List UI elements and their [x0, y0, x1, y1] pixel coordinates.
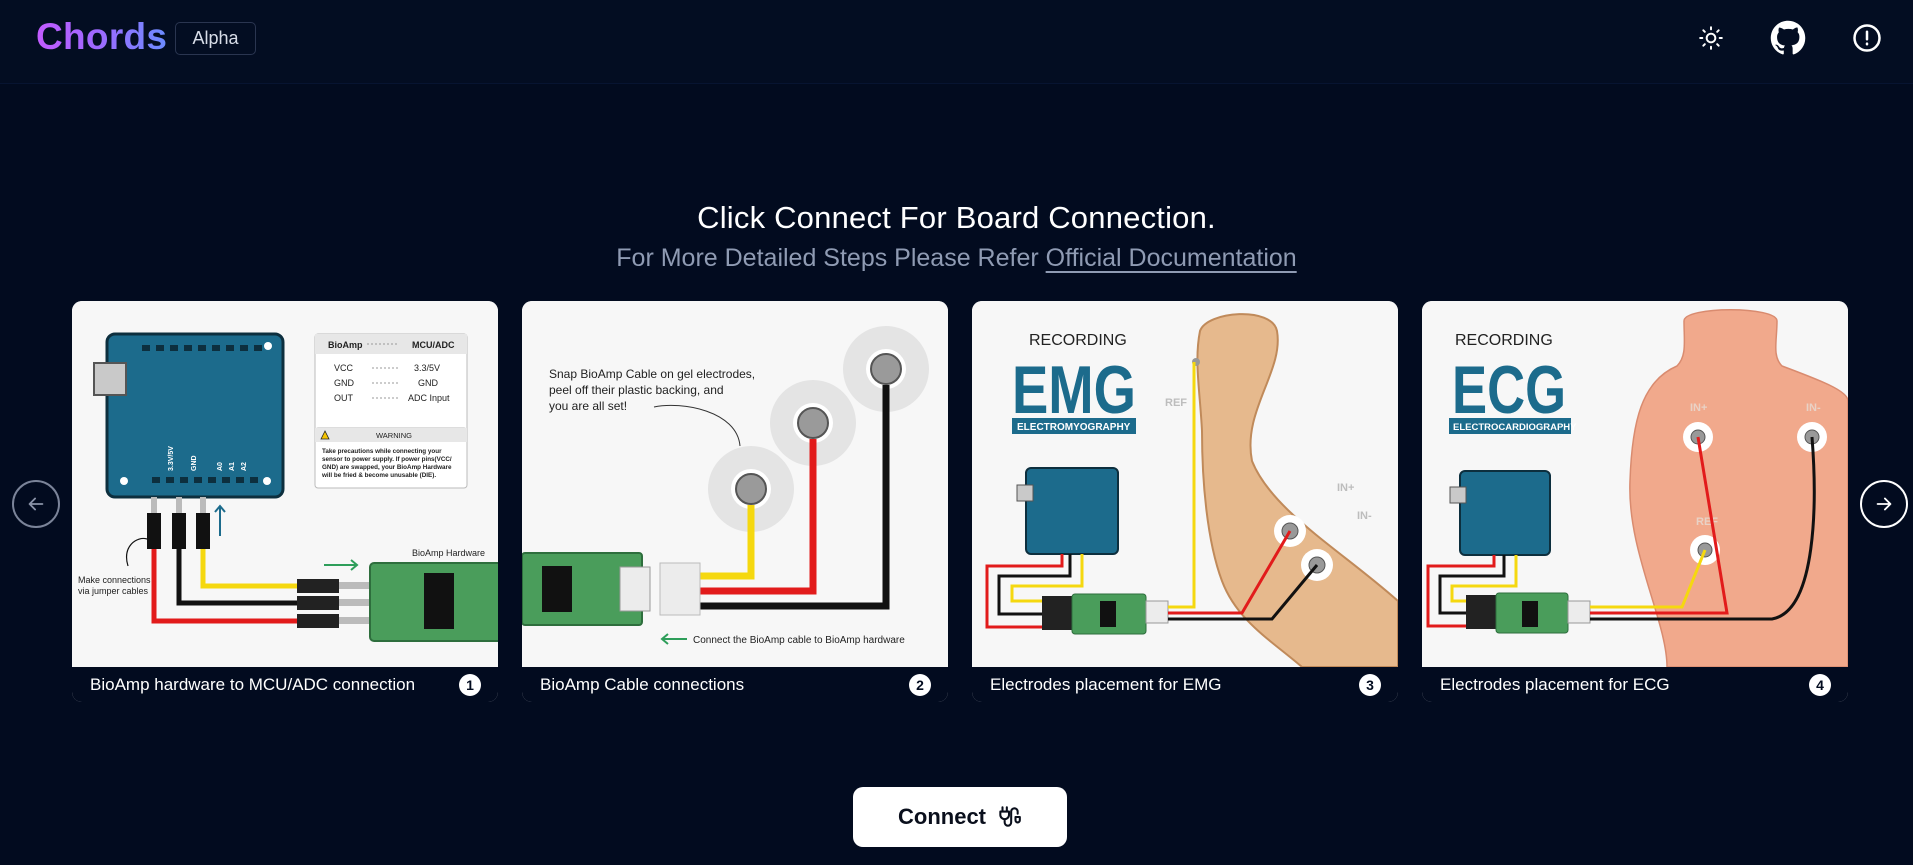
warning-line-2: sensor to power supply. If power pins(VC… [322, 456, 452, 463]
slide-number-badge: 4 [1809, 673, 1831, 696]
slide-caption-text: Electrodes placement for EMG [990, 674, 1222, 694]
subtitle-text: For More Detailed Steps Please Refer [616, 244, 1046, 272]
slide-caption: BioAmp hardware to MCU/ADC connection 1 [72, 667, 498, 702]
table-row3-right: ADC Input [408, 393, 450, 403]
carousel-prev-button[interactable] [12, 480, 60, 528]
emg-title: EMG [1012, 352, 1136, 428]
table-row3-left: OUT [334, 393, 354, 403]
app-logo[interactable]: Chords [36, 16, 167, 58]
version-badge: Alpha [175, 22, 256, 55]
note-line-1: Snap BioAmp Cable on gel electrodes, [549, 367, 755, 381]
pin-label-vcc: 3.3V/5V [168, 446, 175, 471]
emg-subtitle: ELECTROMYOGRAPHY [1017, 422, 1131, 433]
carousel-slide-1[interactable]: 3.3V/5V GND A0 A1 A2 Make connections vi… [72, 301, 498, 702]
warning-line-1: Take precautions while connecting your [322, 448, 442, 455]
slide-number-badge: 1 [459, 673, 481, 696]
slide-caption: Electrodes placement for EMG 3 [972, 667, 1398, 702]
ecg-title: ECG [1452, 352, 1566, 428]
top-navbar: Chords Alpha [0, 0, 1913, 84]
recording-label: RECORDING [1029, 332, 1127, 349]
slide-caption-text: Electrodes placement for ECG [1440, 674, 1670, 694]
hardware-label: BioAmp Hardware [412, 548, 485, 558]
table-row1-right: 3.3/5V [414, 363, 440, 373]
pin-label-a0: A0 [217, 462, 224, 471]
connect-button[interactable]: Connect [853, 787, 1067, 847]
recording-label: RECORDING [1455, 332, 1553, 349]
ref-label: REF [1696, 516, 1718, 528]
note-line-2: peel off their plastic backing, and [549, 383, 724, 397]
documentation-link[interactable]: Official Documentation [1046, 244, 1297, 272]
page-title: Click Connect For Board Connection. [697, 200, 1216, 235]
carousel-slide-2[interactable]: Snap BioAmp Cable on gel electrodes, pee… [522, 301, 948, 702]
in-plus-label: IN+ [1690, 402, 1707, 414]
carousel-next-button[interactable] [1860, 480, 1908, 528]
pin-label-a1: A1 [229, 462, 236, 471]
github-link-button[interactable] [1770, 20, 1806, 56]
emg-placement-illustration: RECORDING EMG ELECTROMYOGRAPHY REF IN+ I… [972, 301, 1398, 667]
slide-caption: Electrodes placement for ECG 4 [1422, 667, 1848, 702]
note-line-2: via jumper cables [78, 586, 149, 596]
bottom-note: Connect the BioAmp cable to BioAmp hardw… [693, 635, 905, 646]
info-button[interactable] [1849, 20, 1885, 56]
table-row1-left: VCC [334, 363, 354, 373]
slide-caption-text: BioAmp Cable connections [540, 674, 745, 694]
sun-icon [1699, 26, 1723, 50]
note-line-1: Make connections [78, 575, 151, 585]
in-plus-label: IN+ [1337, 482, 1354, 494]
ecg-subtitle: ELECTROCARDIOGRAPHY [1453, 422, 1577, 433]
theme-toggle-button[interactable] [1693, 20, 1729, 56]
pin-label-a2: A2 [241, 462, 248, 471]
pin-label-gnd: GND [191, 455, 198, 471]
in-minus-label: IN- [1806, 402, 1821, 414]
carousel-slide-4[interactable]: RECORDING ECG ELECTROCARDIOGRAPHY IN+ IN… [1422, 301, 1848, 702]
page-subtitle: For More Detailed Steps Please Refer Off… [0, 244, 1913, 273]
ref-label: REF [1165, 397, 1187, 409]
table-row2-right: GND [418, 378, 439, 388]
slide-number-badge: 3 [1359, 673, 1381, 696]
connect-label: Connect [898, 804, 986, 829]
arrow-left-icon [28, 497, 44, 511]
table-row2-left: GND [334, 378, 355, 388]
warning-line-4: will be fried & become unusable (DIE). [321, 472, 436, 479]
note-line-3: you are all set! [549, 399, 627, 413]
table-header-right: MCU/ADC [412, 340, 455, 350]
plug-icon [999, 806, 1021, 827]
slide-number-badge: 2 [909, 673, 931, 696]
bioamp-mcu-connection-illustration: 3.3V/5V GND A0 A1 A2 Make connections vi… [72, 301, 498, 667]
github-icon [1770, 20, 1806, 55]
slide-caption-text: BioAmp hardware to MCU/ADC connection [90, 674, 416, 694]
info-icon [1853, 24, 1881, 52]
carousel-slide-3[interactable]: RECORDING EMG ELECTROMYOGRAPHY REF IN+ I… [972, 301, 1398, 702]
table-header-left: BioAmp [328, 340, 363, 350]
bioamp-cable-illustration: Snap BioAmp Cable on gel electrodes, pee… [522, 301, 948, 667]
ecg-placement-illustration: RECORDING ECG ELECTROCARDIOGRAPHY IN+ IN… [1422, 301, 1848, 667]
arrow-right-icon [1876, 497, 1892, 511]
slide-caption: BioAmp Cable connections 2 [522, 667, 948, 702]
warning-line-3: GND) are swapped, your BioAmp Hardware [322, 464, 452, 471]
in-minus-label: IN- [1357, 510, 1372, 522]
warning-title: WARNING [376, 431, 412, 440]
